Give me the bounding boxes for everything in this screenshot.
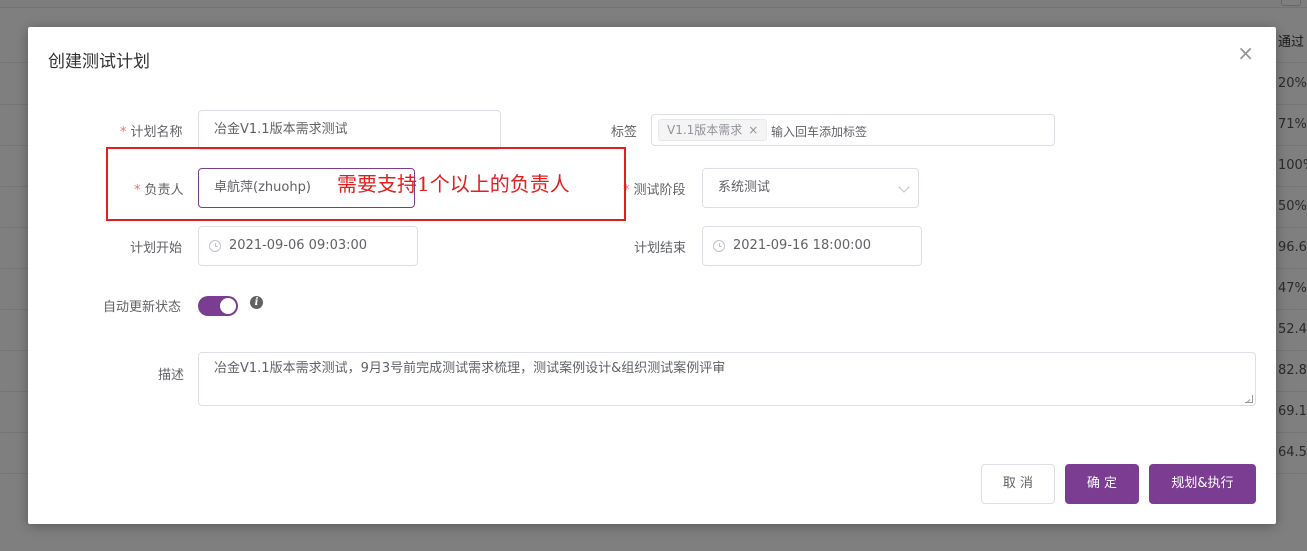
auto-update-label: 自动更新状态 xyxy=(103,300,182,315)
stage-label-text: 测试阶段 xyxy=(633,183,686,198)
tag-chip-label: V1.1版本需求 xyxy=(667,123,743,137)
description-textarea[interactable]: 冶金V1.1版本需求测试，9月3号前完成测试需求梳理，测试案例设计&组织测试案例… xyxy=(198,352,1256,406)
confirm-button[interactable]: 确 定 xyxy=(1065,464,1139,504)
stage-label: * 测试阶段 xyxy=(623,179,686,198)
close-icon[interactable]: × xyxy=(1237,43,1254,63)
plan-execute-button[interactable]: 规划&执行 xyxy=(1149,464,1256,504)
chevron-down-icon xyxy=(898,181,910,193)
plan-name-input[interactable]: 冶金V1.1版本需求测试 xyxy=(198,110,501,150)
tags-label: 标签 xyxy=(611,125,638,140)
stage-select[interactable]: 系统测试 xyxy=(702,168,919,208)
create-test-plan-dialog: 创建测试计划 × * 计划名称 冶金V1.1版本需求测试 标签 V1.1版本需求 ×… xyxy=(28,27,1276,524)
stage-select-value: 系统测试 xyxy=(718,180,771,195)
plan-name-label: * 计划名称 xyxy=(120,121,183,140)
tag-chip: V1.1版本需求 × xyxy=(658,119,768,141)
plan-end-label: 计划结束 xyxy=(634,241,687,256)
plan-start-value: 2021-09-06 09:03:00 xyxy=(229,238,368,253)
clock-icon xyxy=(713,240,725,252)
cancel-button[interactable]: 取 消 xyxy=(981,464,1055,504)
plan-start-date-picker[interactable]: 2021-09-06 09:03:00 xyxy=(198,226,418,266)
auto-update-toggle[interactable] xyxy=(198,296,238,316)
plan-name-label-text: 计划名称 xyxy=(130,125,183,140)
resize-handle[interactable] xyxy=(1245,395,1253,403)
clock-icon xyxy=(209,240,221,252)
toggle-knob xyxy=(220,298,236,314)
required-mark: * xyxy=(120,125,127,140)
plan-end-value: 2021-09-16 18:00:00 xyxy=(733,238,872,253)
tag-input-placeholder[interactable]: 输入回车添加标签 xyxy=(771,123,867,140)
description-label: 描述 xyxy=(158,368,185,383)
dialog-title: 创建测试计划 xyxy=(48,52,150,72)
plan-end-date-picker[interactable]: 2021-09-16 18:00:00 xyxy=(702,226,922,266)
annotation-text: 需要支持1个以上的负责人 xyxy=(337,172,570,196)
info-icon[interactable]: i xyxy=(250,296,263,309)
plan-start-label: 计划开始 xyxy=(130,241,183,256)
tags-input[interactable]: V1.1版本需求 × 输入回车添加标签 xyxy=(651,114,1055,146)
description-value: 冶金V1.1版本需求测试，9月3号前完成测试需求梳理，测试案例设计&组织测试案例… xyxy=(214,361,726,376)
tag-close-icon[interactable]: × xyxy=(748,123,758,137)
